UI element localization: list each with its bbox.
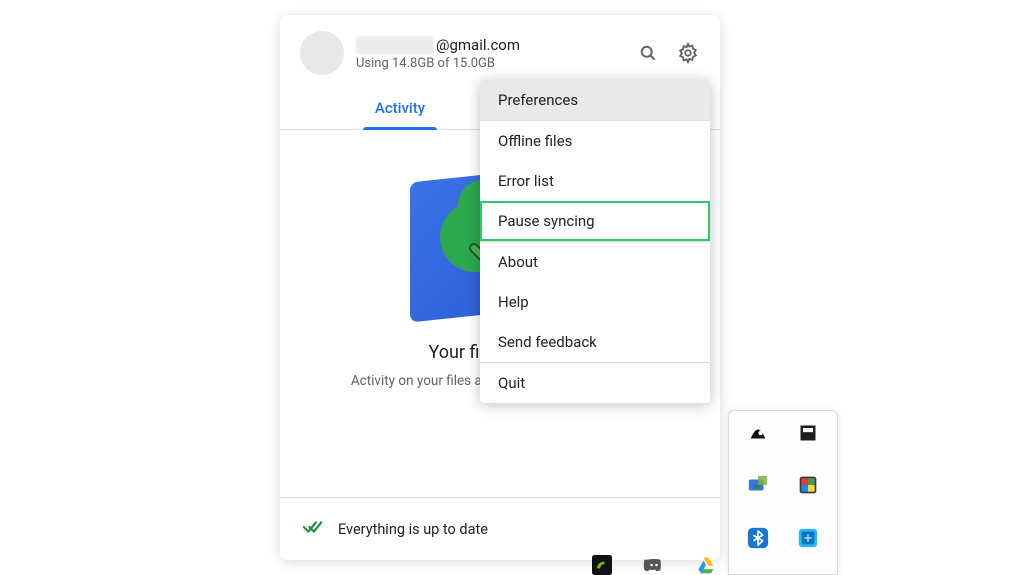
user-avatar[interactable] — [300, 31, 344, 75]
bluetooth-icon[interactable] — [746, 526, 770, 550]
menu-help[interactable]: Help — [480, 282, 710, 322]
menu-about[interactable]: About — [480, 242, 710, 282]
tray-app-icon[interactable] — [796, 421, 820, 445]
tray-app-icon[interactable] — [796, 473, 820, 497]
storage-usage: Using 14.8GB of 15.0GB — [356, 56, 624, 71]
nvidia-icon[interactable] — [590, 555, 614, 575]
account-info: @gmail.com Using 14.8GB of 15.0GB — [356, 36, 624, 71]
tray-app-icon[interactable] — [746, 473, 770, 497]
panel-header: @gmail.com Using 14.8GB of 15.0GB — [280, 15, 720, 83]
menu-error-list[interactable]: Error list — [480, 161, 710, 201]
sync-complete-icon — [302, 516, 324, 542]
google-drive-icon[interactable] — [694, 555, 718, 575]
discord-icon[interactable] — [642, 555, 666, 575]
email-row: @gmail.com — [356, 36, 624, 54]
tray-app-icon[interactable] — [746, 421, 770, 445]
tray-app-icon[interactable] — [796, 526, 820, 550]
menu-preferences[interactable]: Preferences — [480, 80, 710, 120]
menu-offline-files[interactable]: Offline files — [480, 121, 710, 161]
system-tray-popup — [728, 410, 838, 575]
sync-status-text: Everything is up to date — [338, 521, 488, 538]
header-actions — [636, 41, 700, 65]
email-redacted — [356, 36, 434, 54]
email-domain: @gmail.com — [436, 36, 520, 54]
search-icon[interactable] — [636, 41, 660, 65]
panel-footer: Everything is up to date — [280, 497, 720, 560]
menu-send-feedback[interactable]: Send feedback — [480, 322, 710, 362]
menu-pause-syncing[interactable]: Pause syncing — [480, 201, 710, 241]
tab-activity[interactable]: Activity — [300, 87, 500, 129]
gear-icon[interactable] — [676, 41, 700, 65]
menu-quit[interactable]: Quit — [480, 363, 710, 403]
taskbar-row — [590, 555, 718, 575]
settings-menu: Preferences Offline files Error list Pau… — [480, 80, 710, 403]
